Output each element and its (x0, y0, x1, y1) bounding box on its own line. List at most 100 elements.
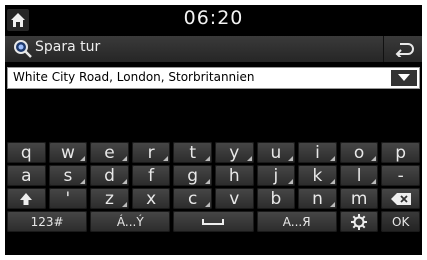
alt-indicator (329, 202, 335, 207)
backspace-key[interactable] (381, 188, 420, 209)
key-p-label: p (395, 142, 407, 163)
alt-indicator (288, 156, 294, 161)
input-value: White City Road, London, Storbritannien (13, 70, 255, 84)
key-q-label: q (20, 142, 32, 163)
backspace-icon (390, 192, 411, 205)
key-x[interactable]: x (131, 188, 171, 209)
alt-indicator (371, 156, 377, 161)
key-r-label: r (147, 142, 155, 163)
key-m-label: m (350, 188, 368, 209)
space-key[interactable] (173, 211, 254, 232)
key-o[interactable]: o (339, 142, 379, 163)
key-a[interactable]: a (7, 165, 46, 186)
key-s[interactable]: s (48, 165, 88, 186)
alt-indicator (204, 179, 210, 184)
key-h[interactable]: h (215, 165, 254, 186)
key-b-label: b (270, 188, 282, 209)
key-a-label: a (21, 165, 32, 186)
key-j-label: j (273, 165, 279, 186)
key-g[interactable]: g (173, 165, 212, 186)
key-dash[interactable]: - (381, 165, 420, 186)
key-o-label: o (353, 142, 365, 163)
key-b[interactable]: b (256, 188, 296, 209)
accents-key[interactable]: Á...Ý (90, 211, 171, 232)
key-w-label: w (60, 142, 75, 163)
key-u[interactable]: u (256, 142, 296, 163)
key-c-label: c (188, 188, 198, 209)
key-l-label: l (356, 165, 362, 186)
key-l[interactable]: l (339, 165, 379, 186)
alt-indicator (121, 156, 127, 161)
key-d[interactable]: d (90, 165, 129, 186)
dropdown-button[interactable] (391, 70, 417, 86)
key-p[interactable]: p (381, 142, 420, 163)
key-q[interactable]: q (7, 142, 46, 163)
key-w[interactable]: w (48, 142, 88, 163)
key-e-label: e (104, 142, 115, 163)
alt-indicator (163, 156, 169, 161)
key-n-label: n (312, 188, 323, 209)
destination-input[interactable]: White City Road, London, Storbritannien (7, 67, 420, 89)
key-n[interactable]: n (298, 188, 337, 209)
key-y[interactable]: y (215, 142, 254, 163)
cyrillic-key-label: A...Я (282, 214, 311, 229)
numbers-key[interactable]: 123# (7, 211, 88, 232)
alt-indicator (121, 179, 127, 184)
clock: 06:20 (183, 7, 244, 29)
key-s-label: s (63, 165, 73, 186)
space-icon (202, 218, 225, 225)
key-g-label: g (187, 165, 199, 186)
key-t-label: t (189, 142, 197, 163)
key-apostrophe-label: ' (65, 188, 71, 209)
key-x-label: x (146, 188, 157, 209)
cyrillic-key[interactable]: A...Я (256, 211, 337, 232)
settings-key[interactable] (339, 211, 379, 232)
key-z[interactable]: z (90, 188, 129, 209)
key-k[interactable]: k (298, 165, 337, 186)
key-j[interactable]: j (256, 165, 296, 186)
key-k-label: k (312, 165, 323, 186)
title-bar: Spara tur (5, 36, 422, 62)
alt-indicator (80, 156, 86, 161)
ok-key-label: OK (392, 214, 410, 229)
key-v-label: v (229, 188, 240, 209)
screen: 06:20 Spara tur White City Road, London,… (5, 5, 422, 255)
key-f[interactable]: f (131, 165, 171, 186)
key-v[interactable]: v (215, 188, 254, 209)
alt-indicator (371, 179, 377, 184)
key-t[interactable]: t (173, 142, 212, 163)
alt-indicator (288, 179, 294, 184)
chevron-down-icon (398, 74, 410, 81)
key-r[interactable]: r (131, 142, 171, 163)
key-u-label: u (270, 142, 282, 163)
key-i[interactable]: i (298, 142, 337, 163)
key-d-label: d (104, 165, 115, 186)
alt-indicator (329, 156, 335, 161)
key-m[interactable]: m (339, 188, 379, 209)
back-icon (395, 43, 414, 57)
key-y-label: y (229, 142, 240, 163)
keyboard: q w e r t y u i o p a s d f g h j k l - ' z x c v b n m 123# Á...Ý A..… (5, 139, 422, 255)
key-c[interactable]: c (173, 188, 212, 209)
key-dash-label: - (397, 165, 404, 186)
page-title: Spara tur (35, 39, 101, 55)
key-h-label: h (228, 165, 240, 186)
shift-icon (20, 192, 33, 205)
shift-key[interactable] (7, 188, 46, 209)
key-e[interactable]: e (90, 142, 129, 163)
search-icon (14, 40, 32, 58)
back-button[interactable] (383, 36, 422, 62)
key-i-label: i (315, 142, 320, 163)
numbers-key-label: 123# (30, 214, 64, 229)
key-apostrophe[interactable]: ' (48, 188, 88, 209)
status-bar: 06:20 (5, 5, 422, 35)
alt-indicator (246, 156, 252, 161)
alt-indicator (204, 202, 210, 207)
alt-indicator (121, 202, 127, 207)
gear-icon (351, 213, 368, 230)
ok-key[interactable]: OK (381, 211, 420, 232)
key-f-label: f (148, 165, 155, 186)
alt-indicator (329, 179, 335, 184)
key-z-label: z (105, 188, 114, 209)
alt-indicator (204, 156, 210, 161)
